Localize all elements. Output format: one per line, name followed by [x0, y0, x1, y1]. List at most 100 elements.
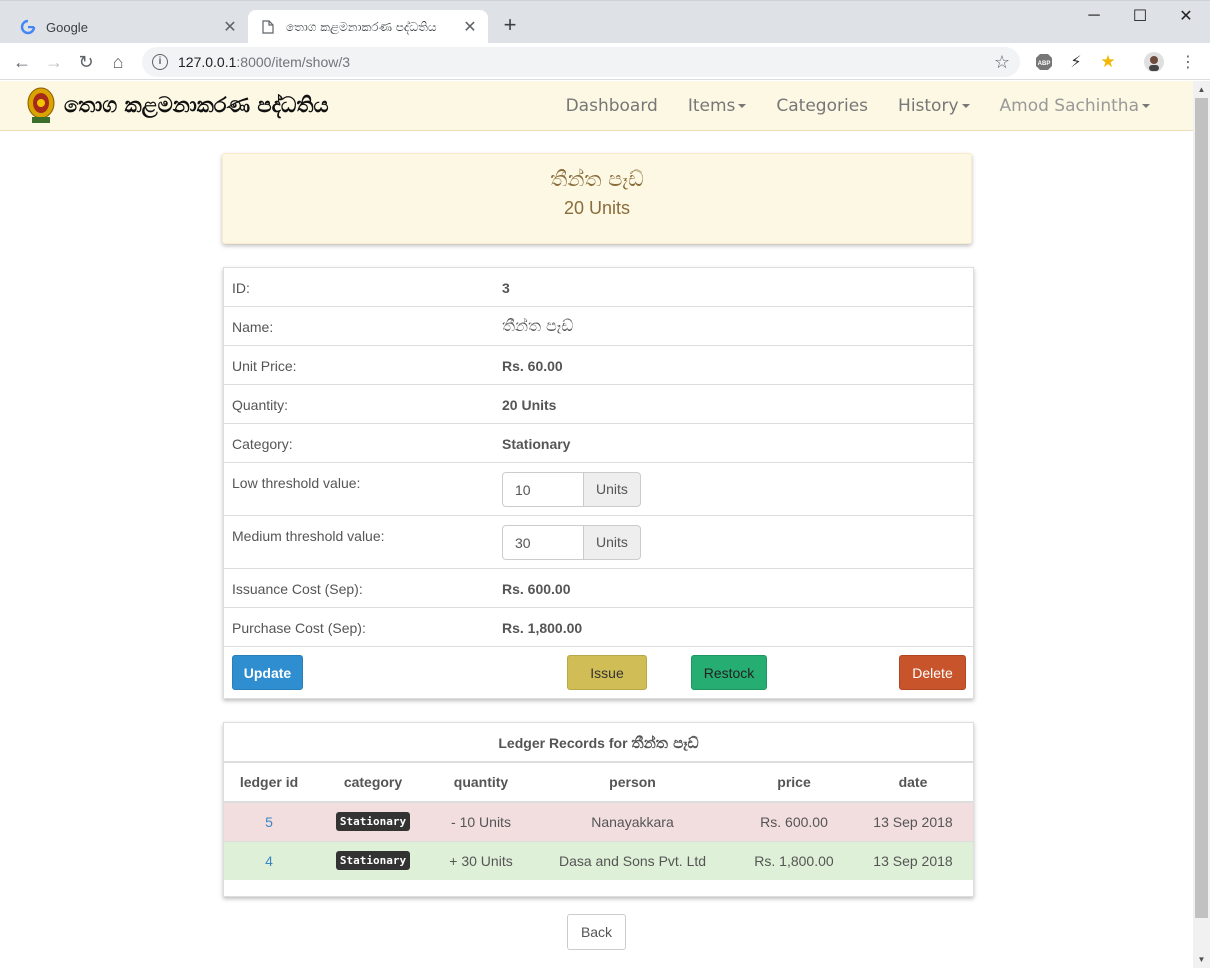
url-host: 127.0.0.1	[178, 54, 237, 70]
quantity-cell: + 30 Units	[432, 840, 530, 880]
url-path: :8000/item/show/3	[236, 54, 351, 70]
browser-titlebar: Google ✕ තොග කළමනාකරණ පද්ධතිය ✕ + ─ ☐ ✕	[0, 0, 1210, 44]
new-tab-button[interactable]: +	[498, 14, 522, 38]
detail-value: 3	[502, 280, 510, 296]
delete-button[interactable]: Delete	[899, 655, 966, 690]
detail-value: Rs. 600.00	[502, 581, 571, 597]
item-header-card: තීන්ත පෑඩ් 20 Units	[222, 153, 972, 244]
person-cell: Dasa and Sons Pvt. Ltd	[530, 840, 735, 880]
star-extension-icon[interactable]: ★	[1097, 51, 1119, 73]
minimize-icon[interactable]: ─	[1071, 1, 1117, 31]
back-button[interactable]: Back	[567, 914, 626, 950]
nav-items[interactable]: Items	[673, 96, 762, 116]
window-close-icon[interactable]: ✕	[1163, 1, 1209, 31]
units-addon: Units	[584, 525, 641, 560]
tab-title: Google	[46, 19, 88, 35]
issue-button[interactable]: Issue	[567, 655, 647, 690]
scroll-down-arrow-icon[interactable]: ▼	[1193, 951, 1210, 968]
brand[interactable]: තොග කළමනාකරණ පද්ධතිය	[26, 85, 329, 125]
detail-value: 20 Units	[502, 397, 557, 413]
scrollbar-thumb[interactable]	[1195, 98, 1208, 918]
svg-text:ABP: ABP	[1038, 61, 1051, 67]
address-bar[interactable]: i 127.0.0.1:8000/item/show/3 ☆	[142, 47, 1020, 77]
nav-categories[interactable]: Categories	[761, 96, 883, 116]
column-header: date	[853, 763, 973, 803]
nav-links: Dashboard Items Categories History Amod …	[551, 81, 1165, 131]
price-cell: Rs. 600.00	[735, 801, 853, 841]
detail-label: Medium threshold value:	[232, 528, 385, 544]
detail-value: Rs. 60.00	[502, 358, 563, 374]
detail-value: Stationary	[502, 436, 571, 452]
detail-row-quantity: Quantity: 20 Units	[224, 385, 973, 424]
ledger-id-cell: 4	[224, 840, 314, 880]
detail-label: Purchase Cost (Sep):	[232, 620, 366, 636]
category-badge: Stationary	[335, 851, 411, 871]
back-arrow-icon[interactable]: ←	[8, 48, 36, 76]
detail-row-purchase-cost: Purchase Cost (Sep): Rs. 1,800.00	[224, 608, 973, 647]
maximize-icon[interactable]: ☐	[1117, 1, 1163, 31]
google-icon	[20, 19, 36, 35]
browser-toolbar: ← → ↻ ⌂ i 127.0.0.1:8000/item/show/3 ☆ A…	[0, 43, 1210, 80]
detail-row-unit-price: Unit Price: Rs. 60.00	[224, 346, 973, 385]
units-addon: Units	[584, 472, 641, 507]
user-name: Amod Sachintha	[999, 96, 1139, 116]
detail-row-low-threshold: Low threshold value: Units	[224, 463, 973, 516]
info-icon[interactable]: i	[152, 54, 168, 70]
detail-label: Issuance Cost (Sep):	[232, 581, 363, 597]
item-details-panel: ID: 3 Name: තීන්ත පෑඩ් Unit Price: Rs. 6…	[223, 267, 974, 699]
forward-arrow-icon[interactable]: →	[40, 48, 68, 76]
bookmark-star-icon[interactable]: ☆	[994, 52, 1010, 73]
nav-history[interactable]: History	[883, 96, 984, 116]
category-cell: Stationary	[314, 840, 432, 880]
nav-history-label: History	[898, 96, 959, 116]
reload-icon[interactable]: ↻	[72, 48, 100, 76]
close-icon[interactable]: ✕	[458, 17, 482, 37]
menu-dots-icon[interactable]: ⋮	[1177, 51, 1199, 73]
detail-value: තීන්ත පෑඩ්	[502, 316, 574, 335]
low-threshold-group: Units	[502, 472, 641, 507]
item-title: තීන්ත පෑඩ්	[550, 167, 644, 191]
low-threshold-input[interactable]	[502, 472, 584, 507]
tab-google[interactable]: Google ✕	[8, 10, 248, 44]
column-header: category	[314, 763, 432, 803]
price-cell: Rs. 1,800.00	[735, 840, 853, 880]
ledger-table: ledger id category quantity person price…	[224, 763, 973, 880]
detail-row-category: Category: Stationary	[224, 424, 973, 463]
detail-row-medium-threshold: Medium threshold value: Units	[224, 516, 973, 569]
bolt-icon[interactable]: ⚡	[1065, 51, 1087, 73]
ledger-id-link[interactable]: 5	[265, 814, 273, 830]
caret-down-icon	[1142, 104, 1150, 108]
column-header: price	[735, 763, 853, 803]
detail-row-name: Name: තීන්ත පෑඩ්	[224, 307, 973, 346]
detail-label: Name:	[232, 319, 274, 335]
profile-avatar-icon[interactable]	[1143, 51, 1165, 73]
table-row: 5 Stationary - 10 Units Nanayakkara Rs. …	[224, 801, 973, 841]
nav-dashboard[interactable]: Dashboard	[551, 96, 673, 116]
category-cell: Stationary	[314, 801, 432, 841]
action-row: Update Issue Restock Delete	[224, 647, 973, 698]
detail-label: Quantity:	[232, 397, 289, 413]
ledger-header-row: ledger id category quantity person price…	[224, 763, 973, 803]
caret-down-icon	[961, 104, 970, 108]
scroll-up-arrow-icon[interactable]: ▲	[1193, 81, 1210, 98]
column-header: ledger id	[224, 763, 314, 803]
ledger-title: Ledger Records for තීන්ත පෑඩ්	[224, 723, 973, 763]
adblock-icon[interactable]: ABP	[1033, 51, 1055, 73]
nav-user-menu[interactable]: Amod Sachintha	[985, 96, 1165, 116]
update-button[interactable]: Update	[232, 655, 303, 690]
detail-label: Unit Price:	[232, 358, 297, 374]
close-icon[interactable]: ✕	[218, 17, 242, 37]
medium-threshold-input[interactable]	[502, 525, 584, 560]
detail-label: Low threshold value:	[232, 475, 361, 491]
detail-row-issuance-cost: Issuance Cost (Sep): Rs. 600.00	[224, 569, 973, 608]
ledger-id-link[interactable]: 4	[265, 853, 273, 869]
date-cell: 13 Sep 2018	[853, 801, 973, 841]
detail-row-id: ID: 3	[224, 268, 973, 307]
detail-value: Rs. 1,800.00	[502, 620, 583, 636]
column-header: quantity	[432, 763, 530, 803]
home-icon[interactable]: ⌂	[104, 48, 132, 76]
page-scrollbar[interactable]: ▲ ▼	[1193, 81, 1210, 968]
tab-inventory[interactable]: තොග කළමනාකරණ පද්ධතිය ✕	[248, 10, 488, 44]
restock-button[interactable]: Restock	[691, 655, 767, 690]
ledger-title-item: තීන්ත පෑඩ්	[631, 734, 699, 752]
